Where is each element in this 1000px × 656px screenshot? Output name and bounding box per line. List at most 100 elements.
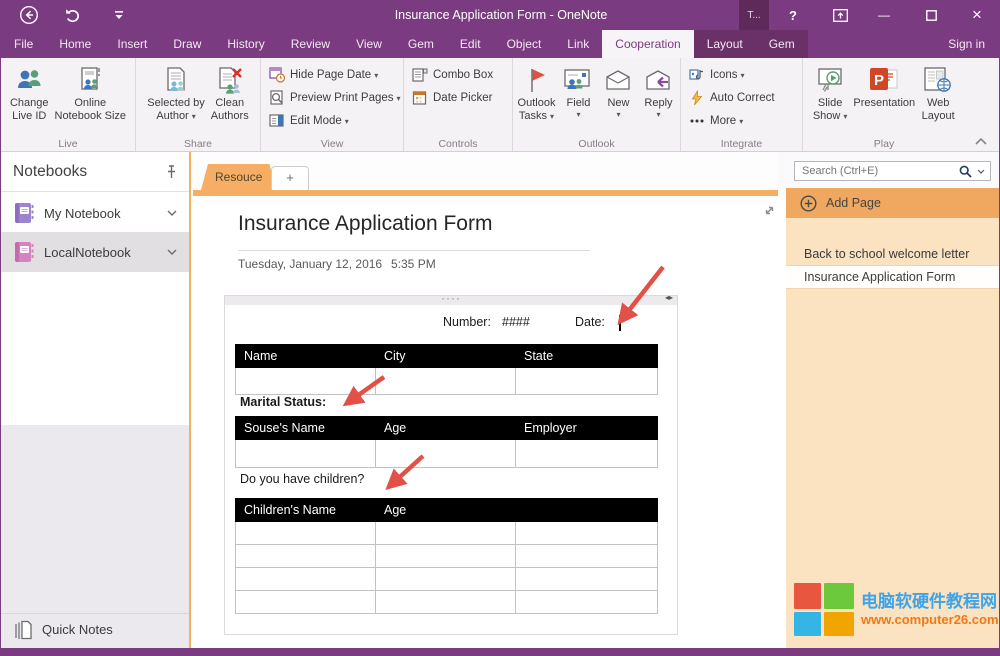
auto-correct-button[interactable]: Auto Correct [689,86,802,109]
add-section-tab[interactable]: + [271,166,309,190]
table-cell[interactable] [516,522,658,545]
ribbon-group-label: Share [136,138,260,150]
maximize-button[interactable] [914,0,948,30]
ribbon-group-label: View [261,138,403,150]
table-cell[interactable] [376,545,516,568]
chevron-down-icon[interactable] [167,210,177,216]
table-cell[interactable] [236,568,376,591]
notebooks-sidebar: Notebooks My Notebook [1,152,189,648]
chevron-down-icon[interactable] [167,249,177,255]
search-field[interactable] [794,161,991,181]
envelope-reply-icon [644,63,672,97]
table-cell[interactable] [516,591,658,614]
sidebar-item-my-notebook[interactable]: My Notebook [1,194,189,232]
watermark-site-name: 电脑软硬件教程网 [861,592,999,612]
presentation-button[interactable]: P Presentation [850,61,918,112]
minimize-button[interactable]: — [867,0,901,30]
tab-home[interactable]: Home [46,30,104,58]
table-cell[interactable] [516,568,658,591]
table-row [236,568,658,591]
table-cell[interactable] [516,440,658,468]
tab-layout[interactable]: Layout [694,30,756,58]
page-title[interactable]: Insurance Application Form [238,212,492,236]
children-question-label[interactable]: Do you have children? [240,472,364,486]
tab-insert[interactable]: Insert [104,30,160,58]
tab-edit[interactable]: Edit [447,30,494,58]
ribbon-display-button[interactable] [823,0,857,30]
watermark-url: www.computer26.com [861,612,999,628]
ribbon-group-outlook: Outlook Tasks [513,58,681,151]
table-cell[interactable] [516,368,658,395]
combo-box-button[interactable]: Combo Box [412,63,512,86]
page-time: 5:35 PM [391,257,436,271]
tab-object[interactable]: Object [494,30,555,58]
tab-draw[interactable]: Draw [160,30,214,58]
search-scope-caret-icon[interactable] [977,169,985,174]
number-value[interactable]: #### [502,315,530,329]
table-cell[interactable] [236,440,376,468]
web-layout-button[interactable]: Web Layout [918,61,958,125]
section-tab-strip: Resouce + [191,152,778,190]
ribbon-group-label: Live [1,138,135,150]
add-page-button[interactable]: Add Page [786,188,1000,218]
close-button[interactable]: × [960,0,994,30]
header-cell: Children's Name [236,499,376,522]
search-input[interactable] [800,164,959,178]
table-cell[interactable] [236,368,376,395]
preview-print-pages-button[interactable]: Preview Print Pages [269,86,403,109]
page-list-item[interactable]: Back to school welcome letter [786,243,1000,265]
table-cell[interactable] [236,545,376,568]
onenote-window: Insurance Application Form - OneNote T..… [0,0,1000,656]
table-cell[interactable] [376,591,516,614]
tab-link[interactable]: Link [554,30,602,58]
envelope-icon [604,63,632,97]
online-notebook-size-button[interactable]: Online Notebook Size [52,61,130,125]
table-row [236,545,658,568]
clean-authors-button[interactable]: Clean Authors [208,61,252,125]
change-live-id-button[interactable]: Change Live ID [7,61,52,125]
page-list-item-selected[interactable]: Insurance Application Form [786,265,1000,289]
sidebar-item-local-notebook[interactable]: LocalNotebook [1,232,189,272]
table-cell[interactable] [236,591,376,614]
note-container[interactable]: ···· ◂▸ Number: #### Date: Name City Sta… [224,295,678,635]
hide-page-date-button[interactable]: Hide Page Date [269,63,403,86]
reply-button[interactable]: Reply [638,61,678,121]
tab-gem[interactable]: Gem [395,30,447,58]
slide-show-button[interactable]: Slide Show [810,61,851,125]
watermark: 电脑软硬件教程网 www.computer26.com [794,583,999,636]
quick-notes-button[interactable]: Quick Notes [1,613,189,645]
table-cell[interactable] [516,545,658,568]
field-button[interactable]: Field [558,61,598,121]
collapse-ribbon-button[interactable] [975,138,987,145]
tab-cooperation[interactable]: Cooperation [602,30,693,58]
outlook-tasks-button[interactable]: Outlook Tasks [515,61,559,125]
tab-history[interactable]: History [214,30,277,58]
ribbon-group-integrate: Icons Auto Correct [681,58,803,151]
date-picker-button[interactable]: Date Picker [412,86,512,109]
table-cell[interactable] [376,368,516,395]
table-cell[interactable] [376,440,516,468]
more-button[interactable]: More [689,109,802,132]
tab-gem-contextual[interactable]: Gem [756,30,808,58]
expand-page-icon[interactable] [763,204,776,217]
sign-in-link[interactable]: Sign in [932,30,1000,58]
dropdown-caret-icon [656,110,660,119]
tab-review[interactable]: Review [278,30,343,58]
selected-by-author-button[interactable]: Selected by Author [144,61,207,125]
container-move-handle[interactable]: ···· ◂▸ [225,296,677,305]
tab-view[interactable]: View [343,30,395,58]
edit-mode-button[interactable]: Edit Mode [269,109,403,132]
new-button[interactable]: New [598,61,638,121]
table-cell[interactable] [376,568,516,591]
marital-status-label[interactable]: Marital Status: [240,395,326,409]
icons-button[interactable]: Icons [689,63,802,86]
number-label: Number: [443,315,491,329]
section-tab-resouce[interactable]: Resouce [201,164,276,190]
tab-file[interactable]: File [1,30,46,58]
table-cell[interactable] [376,522,516,545]
table-cell[interactable] [236,522,376,545]
pin-icon[interactable] [166,165,177,179]
help-button[interactable]: ? [776,0,810,30]
header-cell: Souse's Name [236,417,376,440]
status-bar [1,648,1000,656]
